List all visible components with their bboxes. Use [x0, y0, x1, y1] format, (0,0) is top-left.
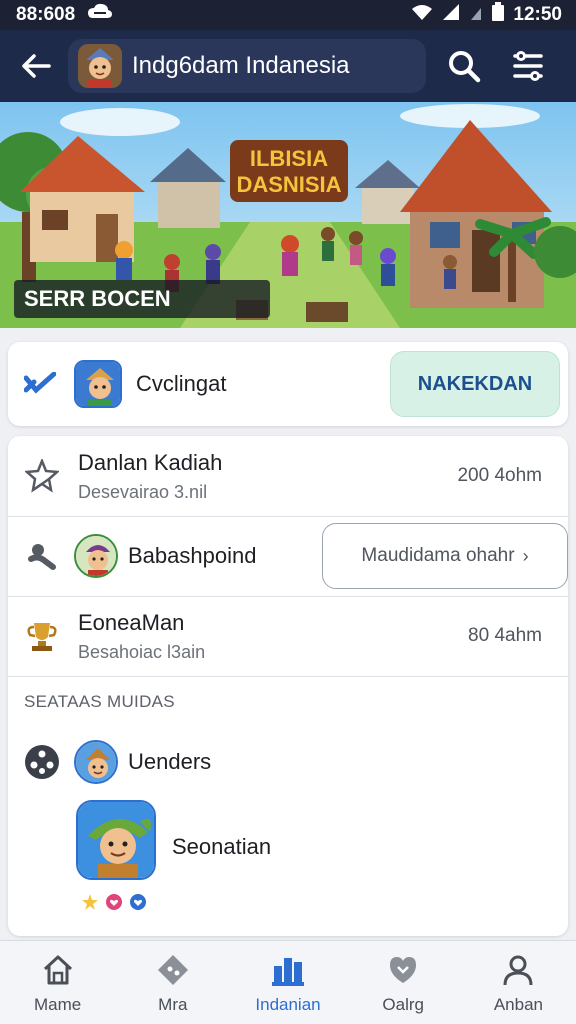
banner-label: SERR BOCEN [14, 280, 270, 318]
list-item-title: Danlan Kadiah [78, 449, 223, 475]
chevron-right-icon: › [522, 545, 529, 566]
game-avatar [78, 44, 122, 88]
apps-circle-icon [22, 742, 62, 782]
nav-label: Anban [493, 994, 543, 1014]
featured-name: Cvclingat [136, 371, 227, 396]
section-user-name: Uenders [128, 749, 212, 774]
star-icon [22, 456, 62, 496]
nav-label: Mra [158, 994, 188, 1014]
status-time: 88:608 [16, 4, 76, 25]
list-item-subtitle: Besahoiac l3ain [78, 641, 206, 662]
nav-item-oalrg[interactable]: Oalrg [346, 941, 461, 1024]
star-icon[interactable] [80, 892, 100, 912]
logo-line-2: DASNISIA [236, 172, 341, 197]
section-header: SEATAAS MUIDAS [24, 692, 175, 711]
battery-icon [491, 2, 505, 28]
app-title: Indg6dam Indanesia [132, 52, 350, 79]
trophy-icon [22, 616, 62, 656]
divider [8, 676, 568, 677]
signal-icon-2 [469, 3, 483, 27]
nav-item-mra[interactable]: Mra [115, 941, 230, 1024]
search-button[interactable] [442, 44, 486, 88]
search-icon [449, 51, 481, 83]
status-bar: 88:608 12:50 [0, 0, 576, 30]
featured-app-icon [74, 360, 122, 408]
filter-icon [513, 51, 543, 81]
check-logo-icon [22, 366, 58, 402]
list-item-action-button[interactable]: Maudidama ohahr › [322, 523, 568, 589]
featured-card[interactable]: Cvclingat NAKEKDAN [8, 342, 568, 426]
list-item-title: Babashpoind [128, 543, 257, 568]
nav-item-indanian[interactable]: Indanian [230, 941, 345, 1024]
nav-label: Mame [33, 994, 82, 1014]
list-item-meta: 80 4ahm [468, 625, 542, 646]
chart-building-icon [269, 951, 307, 989]
heart-chat-icon [384, 951, 422, 989]
title-pill[interactable]: Indg6dam Indanesia [68, 39, 426, 93]
list-item[interactable]: Babashpoind Maudidama ohahr › [8, 516, 568, 596]
logo-line-1: ILBISIA [250, 146, 328, 171]
nav-item-anban[interactable]: Anban [461, 941, 576, 1024]
wifi-icon [411, 3, 433, 27]
like-heart-icon[interactable] [128, 892, 148, 912]
filter-button[interactable] [506, 44, 550, 88]
avatar [74, 740, 118, 784]
list-item[interactable]: EoneaMan Besahoiac l3ain 80 4ahm [8, 596, 568, 676]
nav-item-home[interactable]: Mame [0, 941, 115, 1024]
avatar [74, 534, 118, 578]
heart-icon[interactable] [104, 892, 124, 912]
home-icon [39, 951, 77, 989]
user-icon [499, 951, 537, 989]
hero-banner[interactable]: ILBISIA DASNISIA SERR BOCEN [0, 102, 576, 328]
user-link-icon [22, 536, 62, 576]
nav-label: Oalrg [382, 994, 424, 1014]
cloud-icon [87, 3, 113, 27]
bottom-nav: Mame Mra Indanian Oalrg Anban [0, 940, 576, 1024]
diamond-ticket-icon [154, 951, 192, 989]
featured-action-button[interactable]: NAKEKDAN [390, 351, 560, 417]
signal-icon [441, 3, 461, 27]
nav-label: Indanian [255, 994, 321, 1014]
list-item-meta: 200 4ohm [457, 465, 542, 486]
list-item[interactable]: Danlan Kadiah Desevairao 3.nil 200 4ohm [8, 436, 568, 516]
list-item-title: EoneaMan [78, 609, 185, 635]
section-user-row[interactable]: Uenders [8, 732, 568, 792]
back-button[interactable] [18, 48, 54, 84]
app-bar: Indg6dam Indanesia [0, 30, 576, 102]
featured-app-label: Seonatian [172, 834, 272, 859]
list-card: Danlan Kadiah Desevairao 3.nil 200 4ohm … [8, 436, 568, 936]
featured-app-tile[interactable] [76, 800, 156, 880]
list-item-subtitle: Desevairao 3.nil [78, 481, 208, 502]
status-clock: 12:50 [513, 4, 562, 25]
action-label: Maudidama ohahr [361, 545, 515, 566]
arrow-left-icon [22, 54, 51, 78]
reaction-bar [80, 892, 148, 912]
